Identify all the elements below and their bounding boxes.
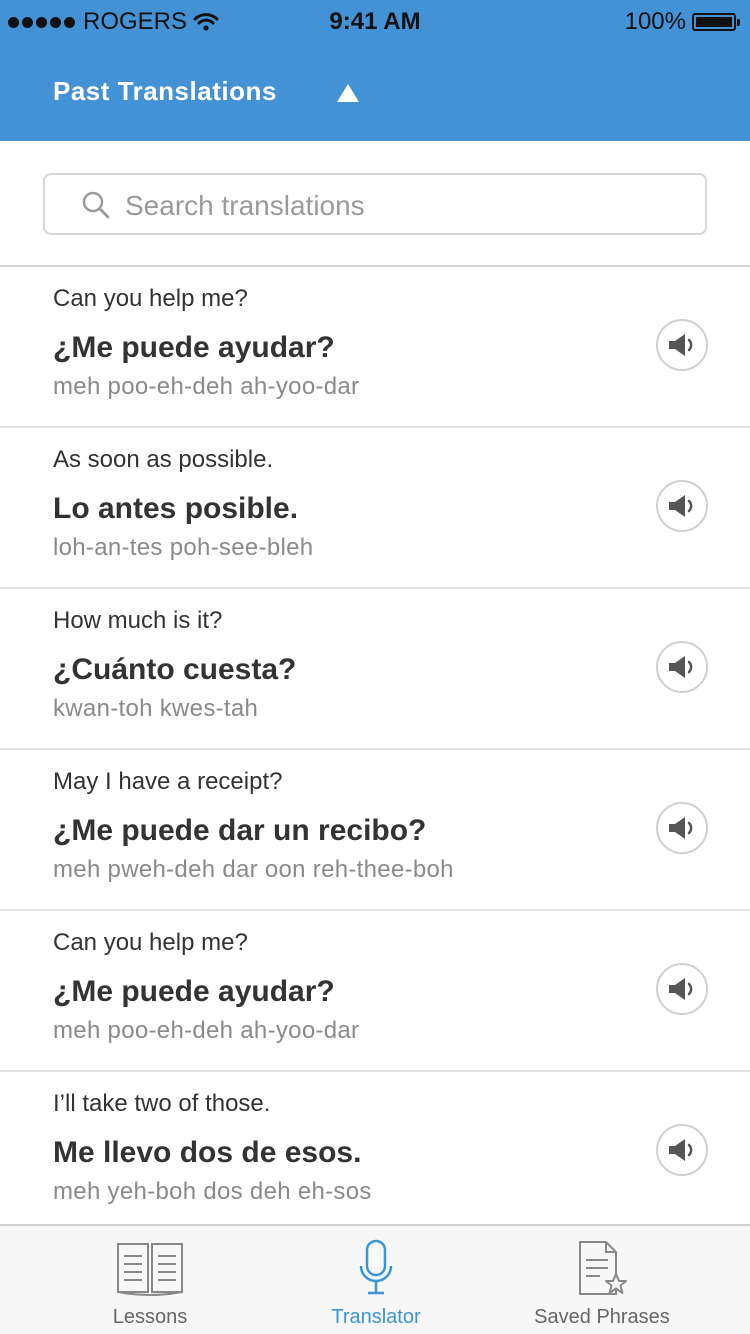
tab-saved-phrases[interactable]: Saved Phrases [477, 1226, 727, 1334]
list-item[interactable]: Can you help me? ¿Me puede ayudar? meh p… [0, 911, 750, 1072]
list-item[interactable]: Can you help me? ¿Me puede ayudar? meh p… [0, 267, 750, 428]
search-section [0, 141, 750, 267]
speaker-icon [669, 1139, 693, 1161]
saved-document-icon [579, 1241, 627, 1295]
english-phrase: May I have a receipt? [53, 768, 283, 795]
spanish-phrase: ¿Cuánto cuesta? [53, 653, 297, 686]
translation-list: Can you help me? ¿Me puede ayudar? meh p… [0, 267, 750, 1233]
speaker-icon [669, 334, 693, 356]
pronunciation: meh yeh-boh dos deh eh-sos [53, 1178, 372, 1205]
pronunciation: meh poo-eh-deh ah-yoo-dar [53, 1017, 360, 1044]
spanish-phrase: ¿Me puede ayudar? [53, 975, 335, 1008]
play-audio-button[interactable] [656, 480, 708, 532]
pronunciation: loh-an-tes poh-see-bleh [53, 534, 314, 561]
list-item[interactable]: How much is it? ¿Cuánto cuesta? kwan-toh… [0, 589, 750, 750]
english-phrase: Can you help me? [53, 285, 248, 312]
spanish-phrase: ¿Me puede ayudar? [53, 331, 335, 364]
pronunciation: meh poo-eh-deh ah-yoo-dar [53, 373, 360, 400]
book-icon [117, 1243, 183, 1296]
english-phrase: As soon as possible. [53, 446, 274, 473]
tab-label: Translator [331, 1306, 421, 1328]
battery-icon [692, 13, 740, 31]
spanish-phrase: Me llevo dos de esos. [53, 1136, 362, 1169]
play-audio-button[interactable] [656, 802, 708, 854]
triangle-up-icon[interactable] [336, 82, 360, 104]
tab-bar: Lessons Translator Saved Phrases [0, 1224, 750, 1334]
list-item[interactable]: As soon as possible. Lo antes posible. l… [0, 428, 750, 589]
status-bar: ROGERS 9:41 AM 100% [0, 0, 750, 44]
tab-label: Lessons [112, 1306, 188, 1328]
header-bar: ROGERS 9:41 AM 100% Past Translations [0, 0, 750, 141]
tab-lessons[interactable]: Lessons [25, 1226, 275, 1334]
search-input[interactable] [123, 185, 687, 227]
microphone-icon [359, 1239, 393, 1295]
english-phrase: How much is it? [53, 607, 223, 634]
english-phrase: I’ll take two of those. [53, 1090, 271, 1117]
list-item[interactable]: May I have a receipt? ¿Me puede dar un r… [0, 750, 750, 911]
page-title: Past Translations [53, 76, 277, 106]
play-audio-button[interactable] [656, 1124, 708, 1176]
spanish-phrase: Lo antes posible. [53, 492, 299, 525]
english-phrase: Can you help me? [53, 929, 248, 956]
pronunciation: meh pweh-deh dar oon reh-thee-boh [53, 856, 454, 883]
play-audio-button[interactable] [656, 963, 708, 1015]
speaker-icon [669, 978, 693, 1000]
tab-label: Saved Phrases [534, 1306, 670, 1328]
list-item[interactable]: I’ll take two of those. Me llevo dos de … [0, 1072, 750, 1233]
search-icon [82, 191, 110, 219]
play-audio-button[interactable] [656, 319, 708, 371]
search-box[interactable] [43, 173, 707, 235]
play-audio-button[interactable] [656, 641, 708, 693]
speaker-icon [669, 817, 693, 839]
spanish-phrase: ¿Me puede dar un recibo? [53, 814, 427, 847]
pronunciation: kwan-toh kwes-tah [53, 695, 259, 722]
battery-status: 100% [624, 8, 740, 36]
speaker-icon [669, 656, 693, 678]
tab-translator[interactable]: Translator [251, 1226, 501, 1334]
battery-percent: 100% [624, 8, 686, 35]
speaker-icon [669, 495, 693, 517]
